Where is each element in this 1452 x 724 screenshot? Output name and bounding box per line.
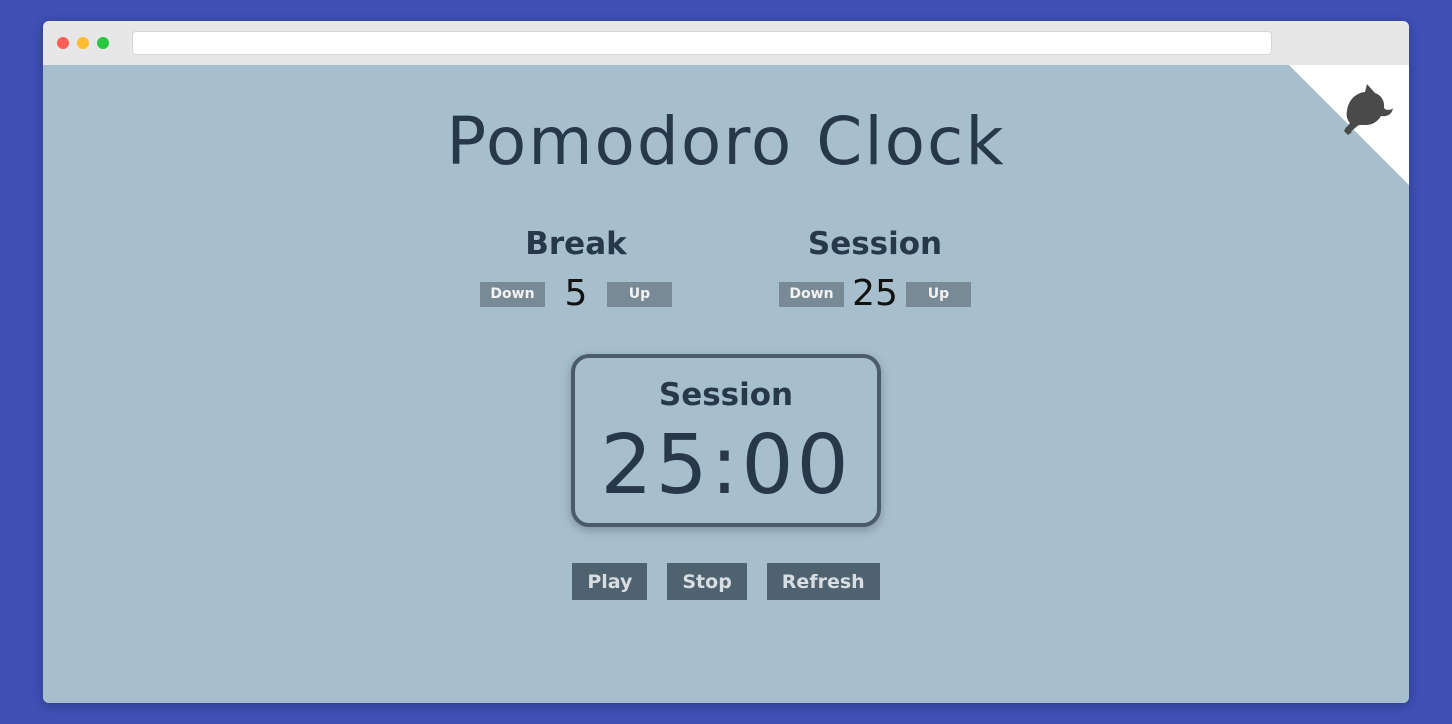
close-window-button[interactable]: [57, 37, 69, 49]
session-up-button[interactable]: Up: [906, 281, 971, 307]
maximize-window-button[interactable]: [97, 37, 109, 49]
break-up-button[interactable]: Up: [607, 281, 672, 307]
browser-window: Pomodoro Clock Break Down 5 Up Session D…: [43, 21, 1409, 703]
address-bar[interactable]: [132, 31, 1272, 55]
session-adjuster: Down 25 Up: [765, 276, 985, 312]
break-control: Break Down 5 Up: [466, 229, 686, 312]
session-length-value: 25: [852, 273, 898, 314]
browser-titlebar: [43, 21, 1409, 65]
break-length-value: 5: [564, 273, 588, 314]
play-button[interactable]: Play: [572, 563, 648, 600]
app-content: Pomodoro Clock Break Down 5 Up Session D…: [43, 65, 1409, 703]
break-down-button[interactable]: Down: [480, 281, 545, 307]
page-title: Pomodoro Clock: [446, 103, 1006, 180]
session-down-button[interactable]: Down: [779, 281, 844, 307]
refresh-button[interactable]: Refresh: [766, 563, 880, 600]
session-control: Session Down 25 Up: [765, 229, 985, 312]
minimize-window-button[interactable]: [77, 37, 89, 49]
timer-mode-label: Session: [658, 377, 794, 413]
timer-time: 25:00: [600, 418, 852, 513]
break-label: Break: [525, 226, 627, 262]
session-label: Session: [807, 226, 943, 262]
timer-display: Session 25:00: [571, 354, 881, 527]
timer-actions: Play Stop Refresh: [43, 563, 1409, 600]
break-adjuster: Down 5 Up: [466, 276, 686, 312]
stop-button[interactable]: Stop: [667, 563, 747, 600]
